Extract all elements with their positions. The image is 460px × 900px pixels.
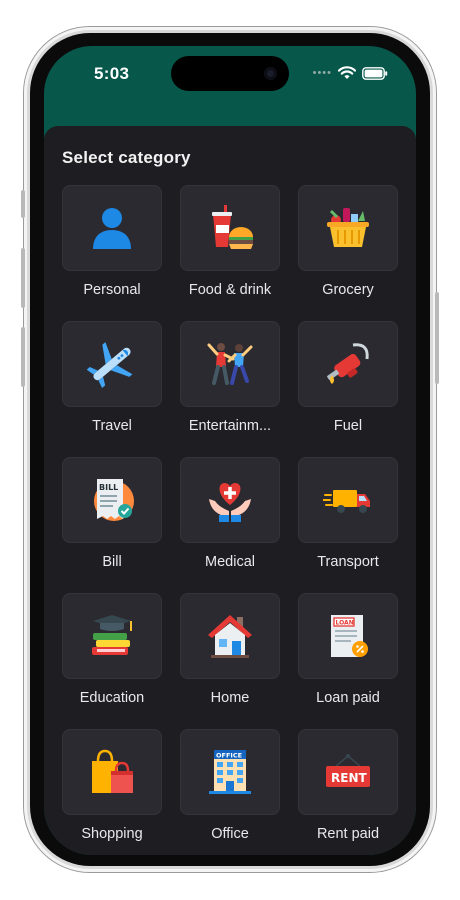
battery-icon <box>362 66 388 80</box>
category-label: Transport <box>317 554 379 570</box>
category-personal[interactable]: Personal <box>62 185 162 307</box>
category-tile[interactable] <box>62 321 162 407</box>
category-label: Travel <box>92 418 132 434</box>
category-label: Office <box>211 826 249 842</box>
category-tile[interactable] <box>62 593 162 679</box>
category-home[interactable]: Home <box>180 593 280 715</box>
category-tile[interactable] <box>62 185 162 271</box>
screen: 5:03 •••• ← Select category <box>44 46 416 855</box>
category-grid: Personal Food & drink Grocery Travel Ent… <box>62 185 398 851</box>
category-medical[interactable]: Medical <box>180 457 280 579</box>
category-transport[interactable]: Transport <box>298 457 398 579</box>
books-graduation-icon <box>92 615 132 655</box>
category-label: Fuel <box>333 418 363 434</box>
category-rent-paid[interactable]: RENT Rent paid <box>298 729 398 851</box>
category-sheet: Select category Personal Food & drink Gr… <box>44 126 416 855</box>
category-entertainment[interactable]: Entertainm... <box>180 321 280 443</box>
category-tile[interactable]: BILL <box>62 457 162 543</box>
category-food-drink[interactable]: Food & drink <box>180 185 280 307</box>
office-icon-text: OFFICE <box>216 752 242 760</box>
dancing-icon <box>207 343 253 385</box>
loan-icon-text: LOAN <box>336 620 354 627</box>
sheet-title: Select category <box>62 148 191 167</box>
category-tile[interactable] <box>180 321 280 407</box>
rent-icon-text: RENT <box>331 771 367 785</box>
category-tile[interactable]: OFFICE <box>180 729 280 815</box>
category-label: Shopping <box>81 826 143 842</box>
medical-heart-icon <box>209 483 251 522</box>
category-label: Education <box>79 690 145 706</box>
category-label: Entertainm... <box>188 418 272 434</box>
shopping-bags-icon <box>92 749 133 793</box>
cellular-signal-icon: •••• <box>312 67 332 79</box>
category-label: Home <box>210 690 250 706</box>
bill-icon: BILL <box>94 479 134 521</box>
category-bill[interactable]: BILL Bill <box>62 457 162 579</box>
dynamic-island <box>171 56 289 91</box>
status-icons: •••• <box>313 66 388 80</box>
category-education[interactable]: Education <box>62 593 162 715</box>
category-tile[interactable]: RENT <box>298 729 398 815</box>
category-grocery[interactable]: Grocery <box>298 185 398 307</box>
category-label: Bill <box>102 554 122 570</box>
volume-up-button <box>21 248 25 308</box>
category-loan-paid[interactable]: LOAN Loan paid <box>298 593 398 715</box>
category-tile[interactable]: LOAN <box>298 593 398 679</box>
category-label: Grocery <box>322 282 374 298</box>
category-label: Rent paid <box>316 826 380 842</box>
wifi-icon <box>338 66 356 79</box>
fuel-nozzle-icon <box>327 343 369 384</box>
category-office[interactable]: OFFICE Office <box>180 729 280 851</box>
rent-sign-icon: RENT <box>326 754 370 787</box>
category-label: Food & drink <box>188 282 272 298</box>
airplane-icon <box>87 342 133 388</box>
category-shopping[interactable]: Shopping <box>62 729 162 851</box>
loan-document-icon: LOAN <box>331 615 368 657</box>
category-fuel[interactable]: Fuel <box>298 321 398 443</box>
category-label: Personal <box>83 282 141 298</box>
category-tile[interactable] <box>298 321 398 407</box>
status-bar: 5:03 •••• <box>44 46 416 106</box>
category-label: Medical <box>205 554 255 570</box>
category-tile[interactable] <box>180 457 280 543</box>
grocery-basket-icon <box>327 208 369 247</box>
person-icon <box>93 208 131 249</box>
office-building-icon: OFFICE <box>209 750 251 794</box>
category-tile[interactable] <box>180 593 280 679</box>
bill-icon-text: BILL <box>99 483 118 492</box>
category-tile[interactable] <box>298 185 398 271</box>
category-tile[interactable] <box>180 185 280 271</box>
food-drink-icon <box>212 205 253 249</box>
house-icon <box>208 615 252 658</box>
volume-down-button <box>21 327 25 387</box>
category-tile[interactable] <box>62 729 162 815</box>
status-time: 5:03 <box>94 64 130 83</box>
category-travel[interactable]: Travel <box>62 321 162 443</box>
power-button <box>435 292 439 384</box>
category-label: Loan paid <box>316 690 380 706</box>
category-tile[interactable] <box>298 457 398 543</box>
front-camera <box>264 67 277 80</box>
truck-icon <box>323 490 370 513</box>
mute-switch <box>21 190 25 218</box>
